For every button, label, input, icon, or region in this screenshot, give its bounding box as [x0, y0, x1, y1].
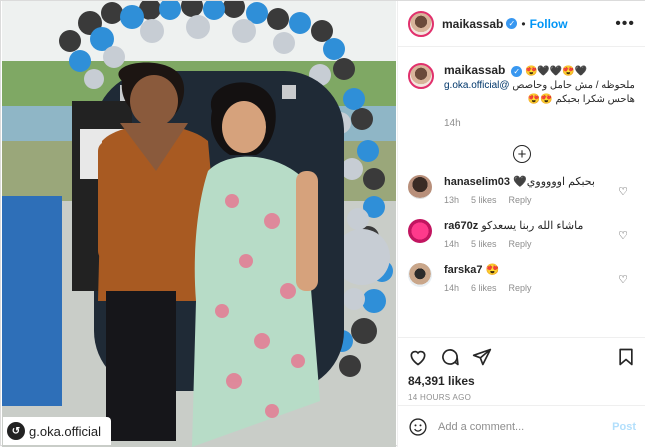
more-options-icon[interactable]: •••: [615, 15, 635, 33]
comment-text: 😍: [485, 264, 500, 276]
likes-count[interactable]: 84,391 likes: [408, 374, 636, 388]
comment-text: بحبكم اوووووي🖤: [513, 176, 595, 188]
reply-button[interactable]: Reply: [509, 239, 532, 249]
comment-time: 14h: [444, 239, 460, 249]
post-sidebar: maikassab ✓ • Follow ••• maikassab ✓ 😍🖤🖤…: [397, 1, 645, 447]
comment-avatar[interactable]: [408, 219, 432, 243]
heart-icon[interactable]: ♡: [618, 185, 628, 198]
list-item: ra670z ماشاء الله ربنا يسعدكو 14h 5 like…: [398, 219, 645, 249]
comment-time: 13h: [444, 195, 460, 205]
comment-text: ماشاء الله ربنا يسعدكو: [481, 220, 584, 232]
caption-time: 14h: [444, 118, 461, 129]
caption-emoji: 😍🖤🖤😍🖤: [524, 66, 588, 77]
comment-time: 14h: [444, 283, 460, 293]
post-photo[interactable]: ↺ g.oka.official: [2, 1, 396, 447]
caption-mention[interactable]: @g.oka.official: [444, 80, 510, 91]
separator-dot: •: [521, 16, 526, 31]
heart-icon[interactable]: ♡: [618, 273, 628, 286]
repost-label: g.oka.official: [29, 423, 102, 439]
reply-button[interactable]: Reply: [509, 283, 532, 293]
avatar[interactable]: [408, 10, 434, 37]
repost-icon: ↺: [7, 422, 25, 440]
emoji-smiley-icon[interactable]: [408, 417, 428, 437]
comment-username[interactable]: farska7: [444, 264, 483, 276]
post-header: maikassab ✓ • Follow •••: [398, 1, 645, 47]
post-comment-button[interactable]: Post: [612, 421, 636, 433]
heart-icon[interactable]: ♡: [618, 229, 628, 242]
comment-likes[interactable]: 5 likes: [471, 239, 497, 249]
action-bar: 84,391 likes 14 HOURS AGO: [398, 337, 645, 402]
list-item: farska7 😍 14h 6 likes Reply ♡: [398, 263, 645, 293]
share-plane-icon[interactable]: [472, 347, 492, 367]
post-photo-art: [2, 1, 396, 447]
caption-verified-icon: ✓: [511, 65, 523, 77]
comment-username[interactable]: ra670z: [444, 220, 478, 232]
comment-likes[interactable]: 6 likes: [471, 283, 497, 293]
repost-tag[interactable]: ↺ g.oka.official: [3, 417, 112, 445]
comment-input[interactable]: Add a comment...: [438, 421, 524, 433]
plus-circle-icon[interactable]: +: [513, 145, 531, 163]
comment-username[interactable]: hanaselim03: [444, 176, 510, 188]
header-username[interactable]: maikassab: [442, 17, 503, 31]
caption-avatar[interactable]: [408, 63, 434, 89]
comment-avatar[interactable]: [408, 263, 432, 287]
caption-text-line2: هاحس شكرا بحبكم 😍😍: [527, 94, 635, 105]
caption-username[interactable]: maikassab: [444, 63, 505, 77]
verified-icon: ✓: [506, 18, 518, 29]
comment-avatar[interactable]: [408, 175, 432, 199]
add-comment-bar: Add a comment... Post: [398, 405, 645, 447]
comment-bubble-icon[interactable]: [440, 347, 460, 367]
caption: maikassab ✓ 😍🖤🖤😍🖤 ملحوظه / مش حامل وحاصص…: [398, 47, 645, 131]
comments-list[interactable]: maikassab ✓ 😍🖤🖤😍🖤 ملحوظه / مش حامل وحاصص…: [398, 47, 645, 337]
reply-button[interactable]: Reply: [509, 195, 532, 205]
comment-likes[interactable]: 5 likes: [471, 195, 497, 205]
bookmark-icon[interactable]: [616, 347, 636, 367]
caption-text-line1: ملحوظه / مش حامل وحاصص: [512, 80, 635, 91]
post-timestamp: 14 HOURS AGO: [408, 393, 472, 402]
load-more-comments[interactable]: +: [398, 145, 645, 163]
follow-button[interactable]: Follow: [530, 17, 568, 31]
post-dialog: ↺ g.oka.official maikassab ✓ • Follow ••…: [0, 0, 645, 447]
list-item: hanaselim03 بحبكم اوووووي🖤 13h 5 likes R…: [398, 175, 645, 205]
like-heart-icon[interactable]: [408, 347, 428, 367]
